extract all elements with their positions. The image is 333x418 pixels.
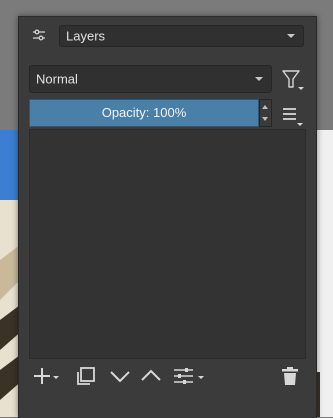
blend-mode-value: Normal	[36, 71, 78, 87]
trash-icon[interactable]	[279, 365, 301, 387]
docker-title-row: Layers	[19, 17, 316, 53]
plus-icon[interactable]	[31, 365, 61, 387]
sliders-icon[interactable]	[31, 27, 47, 43]
opacity-value: 100%	[153, 105, 187, 120]
layers-docker: Layers Normal Opacity: 100%	[18, 16, 317, 418]
blend-mode-select[interactable]: Normal	[29, 65, 272, 93]
opacity-slider[interactable]: Opacity: 100%	[29, 99, 259, 127]
spin-down-icon[interactable]	[262, 117, 268, 121]
chevron-down-icon[interactable]	[108, 365, 132, 387]
layer-toolbar	[19, 361, 316, 391]
chevron-up-icon[interactable]	[139, 365, 163, 387]
opacity-spinner[interactable]	[259, 99, 272, 127]
docker-title-text: Layers	[66, 28, 106, 44]
opacity-label: Opacity:	[101, 105, 154, 120]
filter-button[interactable]	[278, 67, 306, 93]
layer-properties-icon[interactable]	[171, 365, 209, 387]
spin-up-icon[interactable]	[262, 105, 268, 109]
duplicate-icon[interactable]	[75, 365, 97, 387]
chevron-down-icon	[287, 34, 295, 38]
layer-list[interactable]	[29, 129, 306, 359]
docker-title-select[interactable]: Layers	[59, 25, 304, 47]
layer-menu-button[interactable]	[278, 103, 306, 127]
chevron-down-icon	[255, 77, 263, 81]
